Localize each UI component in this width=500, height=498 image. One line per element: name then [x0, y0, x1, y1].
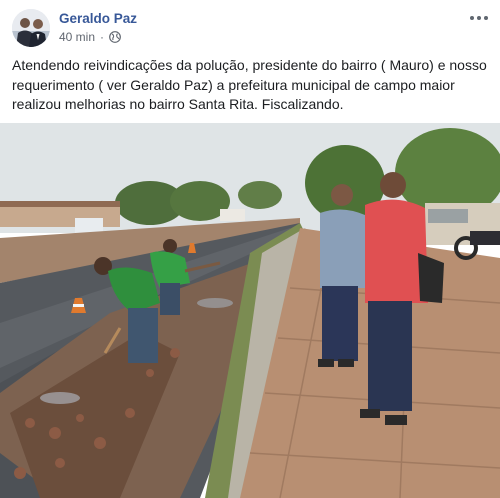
more-options-icon[interactable] [468, 11, 490, 25]
post-header: Geraldo Paz 40 min · [12, 9, 490, 49]
globe-icon[interactable] [109, 31, 121, 43]
author-name[interactable]: Geraldo Paz [59, 11, 137, 26]
author-avatar[interactable] [12, 9, 50, 47]
post-meta: 40 min · [59, 30, 121, 44]
post-text: Atendendo reivindicações da polução, pre… [12, 57, 487, 112]
post-timestamp[interactable]: 40 min [59, 30, 95, 44]
facebook-post: Geraldo Paz 40 min · Atendendo reivindic… [0, 0, 500, 498]
meta-separator: · [100, 30, 105, 44]
post-photo[interactable] [0, 123, 500, 498]
